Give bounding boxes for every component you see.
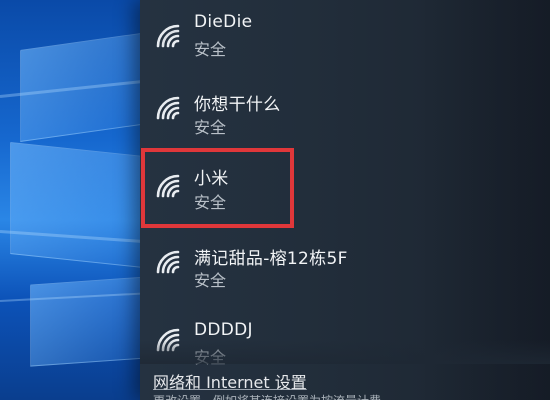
network-name: DDDDJ	[194, 320, 253, 340]
wifi-icon	[156, 250, 180, 274]
network-status: 安全	[194, 118, 227, 137]
network-settings-description: 更改设置，例如将某连接设置为按流量计费	[153, 392, 381, 400]
network-name: 你想干什么	[194, 95, 281, 115]
network-settings-link[interactable]: 网络和 Internet 设置	[153, 369, 307, 393]
list-fade	[140, 340, 550, 364]
wifi-icon	[156, 24, 180, 48]
network-status: 安全	[194, 271, 227, 290]
network-name: 满记甜品-榕12栋5F	[194, 249, 348, 269]
network-item-diedie[interactable]: DieDie 安全	[140, 6, 550, 82]
network-status: 安全	[194, 40, 227, 59]
desktop-wallpaper	[0, 0, 160, 400]
screen: DieDie 安全 你想干什么 安全 小米 安全 满记甜品-榕12栋5F 安全 …	[0, 0, 550, 400]
wifi-icon	[156, 96, 180, 120]
wallpaper-light-pane	[10, 142, 160, 270]
network-item-manji-tianpin[interactable]: 满记甜品-榕12栋5F 安全	[140, 238, 550, 314]
highlight-annotation-box	[141, 148, 294, 228]
network-name: DieDie	[194, 12, 253, 32]
